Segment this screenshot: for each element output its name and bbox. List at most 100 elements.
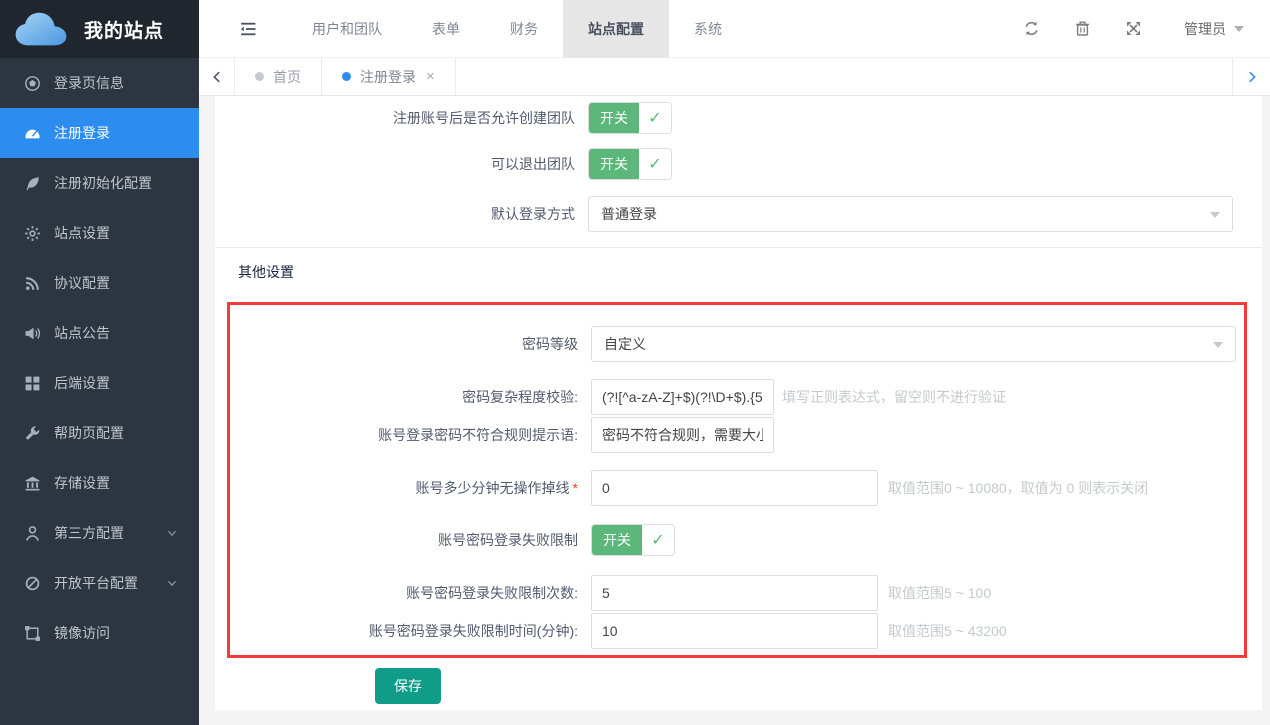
sidebar-item-label: 第三方配置 (54, 523, 124, 543)
field-label: 账号密码登录失败限制次数: (230, 583, 591, 603)
brand-title: 我的站点 (84, 16, 164, 43)
user-label: 管理员 (1184, 19, 1226, 39)
person-icon (24, 525, 41, 542)
caret-down-icon (1234, 26, 1244, 32)
rss-icon (24, 275, 41, 292)
form-row-fail-limit: 账号密码登录失败限制 开关 ✓ (230, 524, 1244, 556)
tab-dot (255, 72, 264, 81)
password-level-select[interactable]: 自定义 (591, 326, 1236, 362)
sidebar-item-login-page-info[interactable]: 登录页信息 (0, 58, 199, 108)
bank-icon (24, 475, 41, 492)
sidebar-item-label: 登录页信息 (54, 73, 124, 93)
tab-label: 注册登录 (360, 67, 416, 87)
tab-home[interactable]: 首页 (235, 58, 322, 95)
sidebar-item-label: 镜像访问 (54, 623, 110, 643)
topnav-item-forms[interactable]: 表单 (407, 0, 485, 58)
field-hint: 取值范围5 ~ 100 (888, 583, 991, 603)
tab-scroll-right-button[interactable] (1232, 58, 1270, 95)
select-caret-icon (1210, 212, 1220, 218)
topbar-actions: 管理员 (989, 19, 1270, 39)
field-label: 默认登录方式 (215, 204, 588, 224)
fullscreen-icon[interactable] (1125, 20, 1142, 37)
refresh-icon[interactable] (1023, 20, 1040, 37)
quit-team-toggle[interactable]: 开关 ✓ (588, 148, 672, 180)
sidebar-item-label: 注册登录 (54, 123, 110, 143)
section-title: 其他设置 (238, 262, 1262, 282)
form-row-fail-time: 账号密码登录失败限制时间(分钟): 取值范围5 ~ 43200 (230, 613, 1244, 649)
tab-register-login[interactable]: 注册登录 × (322, 58, 456, 95)
settings-form: 注册账号后是否允许创建团队 开关 ✓ 可以退出团队 开关 ✓ 默认登录方式 (215, 96, 1262, 710)
password-tip-input[interactable] (591, 417, 774, 453)
topnav-item-system[interactable]: 系统 (669, 0, 747, 58)
topnav-item-site-config[interactable]: 站点配置 (563, 0, 669, 58)
sidebar-item-site-settings[interactable]: 站点设置 (0, 208, 199, 258)
fail-time-input[interactable] (591, 613, 878, 649)
topnav-item-finance[interactable]: 财务 (485, 0, 563, 58)
tab-label: 首页 (273, 67, 301, 87)
cloud-icon (12, 9, 70, 49)
fail-limit-toggle[interactable]: 开关 ✓ (591, 524, 675, 556)
sidebar-item-label: 协议配置 (54, 273, 110, 293)
form-row-default-login: 默认登录方式 普通登录 (215, 196, 1262, 232)
field-label: 密码复杂程度校验: (230, 387, 591, 407)
sidebar-item-register-login[interactable]: 注册登录 (0, 108, 199, 158)
form-row-password-regex: 密码复杂程度校验: 填写正则表达式，留空则不进行验证 (230, 379, 1244, 415)
sidebar-item-label: 存储设置 (54, 473, 110, 493)
slash-circle-icon (24, 575, 41, 592)
fail-count-input[interactable] (591, 575, 878, 611)
select-caret-icon (1213, 342, 1223, 348)
field-label: 账号密码登录失败限制时间(分钟): (230, 621, 591, 641)
sidebar-item-site-announcement[interactable]: 站点公告 (0, 308, 199, 358)
topnav-item-users-teams[interactable]: 用户和团队 (287, 0, 407, 58)
brand-logo[interactable]: 我的站点 (0, 0, 199, 58)
check-icon: ✓ (639, 149, 671, 179)
sidebar-item-label: 站点设置 (54, 223, 110, 243)
wrench-icon (24, 425, 41, 442)
sidebar-item-register-init-config[interactable]: 注册初始化配置 (0, 158, 199, 208)
sidebar-item-open-platform-config[interactable]: 开放平台配置 (0, 558, 199, 608)
field-label: 可以退出团队 (215, 154, 588, 174)
chevron-down-icon (165, 526, 179, 540)
field-label: 密码等级 (230, 334, 591, 354)
create-team-toggle[interactable]: 开关 ✓ (588, 102, 672, 134)
leaf-icon (24, 175, 41, 192)
close-icon[interactable]: × (426, 68, 435, 85)
form-row-idle-timeout: 账号多少分钟无操作掉线* 取值范围0 ~ 10080，取值为 0 则表示关闭 (230, 470, 1244, 506)
trash-icon[interactable] (1074, 20, 1091, 37)
sidebar-item-protocol-config[interactable]: 协议配置 (0, 258, 199, 308)
default-login-select[interactable]: 普通登录 (588, 196, 1233, 232)
check-icon: ✓ (639, 103, 671, 133)
field-label: 注册账号后是否允许创建团队 (215, 108, 588, 128)
password-regex-input[interactable] (591, 379, 774, 415)
tab-scroll-left-button[interactable] (199, 58, 235, 95)
save-button[interactable]: 保存 (375, 668, 441, 704)
field-label: 账号密码登录失败限制 (230, 530, 591, 550)
field-label: 账号多少分钟无操作掉线* (230, 478, 591, 498)
form-row-fail-count: 账号密码登录失败限制次数: 取值范围5 ~ 100 (230, 575, 1244, 611)
check-icon: ✓ (642, 525, 674, 555)
field-hint: 取值范围5 ~ 43200 (888, 621, 1007, 641)
idle-timeout-input[interactable] (591, 470, 878, 506)
chevron-left-icon (210, 70, 224, 84)
mirror-frame-icon (24, 625, 41, 642)
chevron-down-icon (165, 576, 179, 590)
toggle-on-label: 开关 (589, 149, 639, 179)
menu-fold-icon[interactable] (239, 20, 257, 38)
topbar: 用户和团队 表单 财务 站点配置 系统 管理员 (199, 0, 1270, 58)
main-content: 注册账号后是否允许创建团队 开关 ✓ 可以退出团队 开关 ✓ 默认登录方式 (199, 96, 1270, 725)
select-value: 普通登录 (601, 204, 657, 224)
sidebar-item-mirror-access[interactable]: 镜像访问 (0, 608, 199, 658)
sidebar-item-storage-settings[interactable]: 存储设置 (0, 458, 199, 508)
field-hint: 填写正则表达式，留空则不进行验证 (782, 387, 1006, 407)
field-hint: 取值范围0 ~ 10080，取值为 0 则表示关闭 (888, 478, 1148, 498)
field-label: 账号登录密码不符合规则提示语: (230, 425, 591, 445)
sidebar-item-third-party-config[interactable]: 第三方配置 (0, 508, 199, 558)
sidebar-item-help-page-config[interactable]: 帮助页配置 (0, 408, 199, 458)
form-row-quit-team: 可以退出团队 开关 ✓ (215, 148, 1262, 180)
form-row-create-team: 注册账号后是否允许创建团队 开关 ✓ (215, 102, 1262, 134)
user-menu[interactable]: 管理员 (1184, 19, 1244, 39)
sidebar-item-backend-settings[interactable]: 后端设置 (0, 358, 199, 408)
dashboard-icon (24, 125, 41, 142)
ball-icon (24, 75, 41, 92)
tab-dot (342, 72, 351, 81)
